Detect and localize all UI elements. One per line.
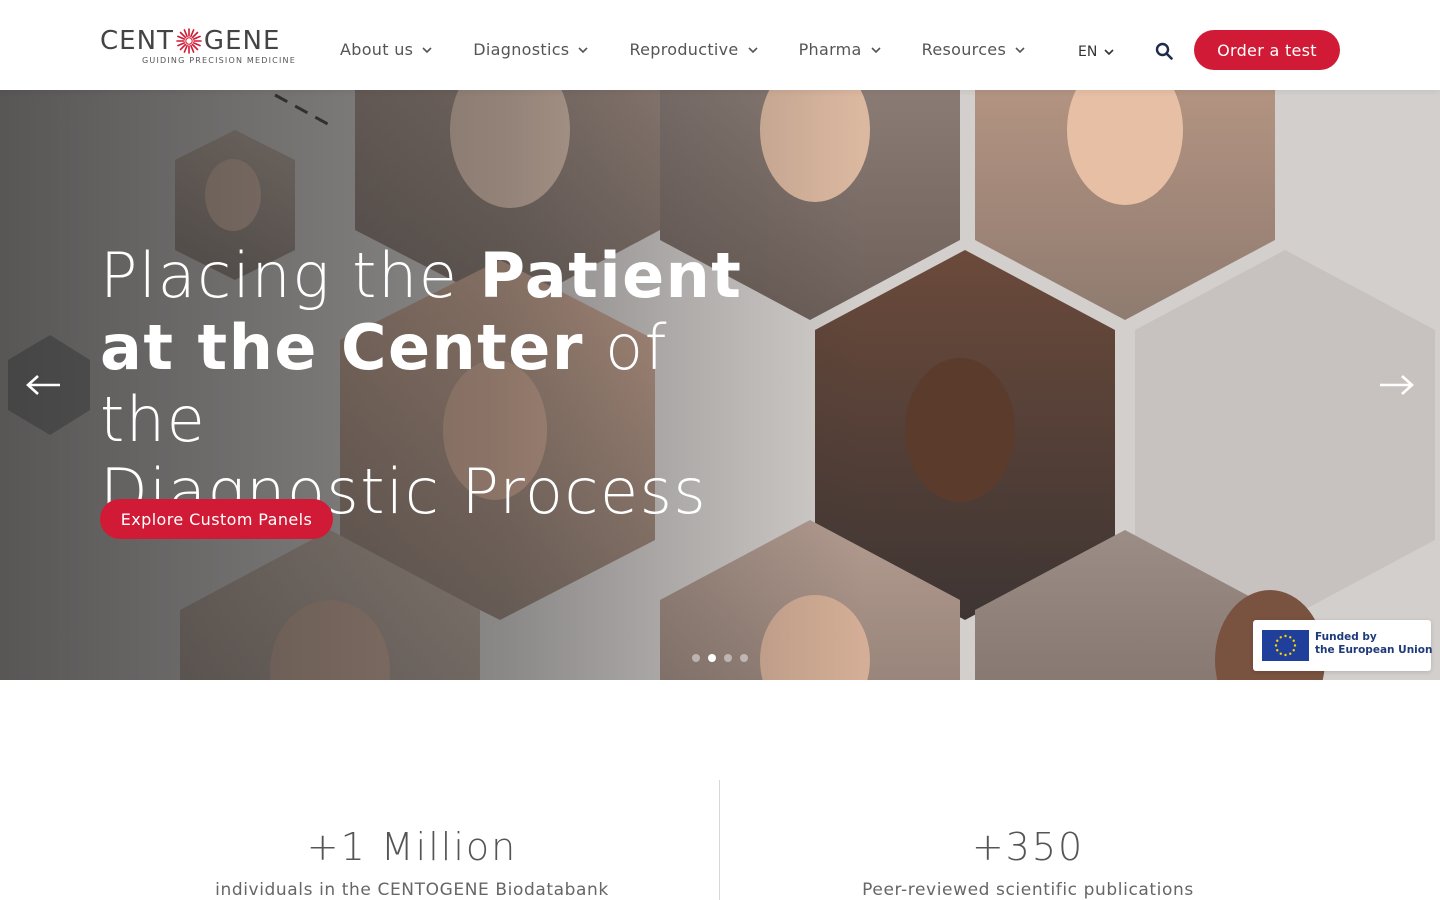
nav-item-label: Pharma — [798, 40, 862, 59]
eu-funding-text: Funded by the European Union — [1315, 631, 1432, 657]
nav-item-diagnostics[interactable]: Diagnostics — [473, 40, 589, 59]
stat-biodatabank: +1 Million individuals in the CENTOGENE … — [102, 824, 722, 900]
eu-star — [1276, 649, 1279, 652]
language-selector[interactable]: EN — [1078, 44, 1115, 60]
hero-carousel: Placing the Patient at the Center of the D… — [0, 90, 1440, 680]
headline-bold-2: at the Center — [100, 311, 584, 384]
stats-section: +1 Million individuals in the CENTOGENE … — [0, 680, 1440, 900]
site-header: CENT GENE GUIDING PRECISION MEDICINE Abo… — [0, 0, 1440, 90]
nav-item-label: Diagnostics — [473, 40, 570, 59]
explore-custom-panels-button[interactable]: Explore Custom Panels — [100, 499, 333, 539]
carousel-dot[interactable] — [724, 654, 732, 662]
eu-star — [1279, 652, 1282, 655]
nav-item-label: About us — [340, 40, 414, 59]
nav-item-reproductive[interactable]: Reproductive — [629, 40, 758, 59]
arrow-left-icon[interactable] — [24, 373, 64, 397]
headline-part-1: Placing the — [100, 239, 480, 312]
eu-star — [1284, 634, 1287, 638]
eu-funding-badge: Funded by the European Union — [1253, 620, 1432, 671]
logo-text-right: GENE — [203, 26, 281, 56]
language-label: EN — [1078, 44, 1098, 60]
order-test-button[interactable]: Order a test — [1194, 30, 1340, 70]
chevron-down-icon — [748, 46, 758, 53]
stat-label: Peer-reviewed scientific publications — [862, 880, 1194, 900]
chevron-down-icon — [871, 46, 881, 53]
nav-item-label: Reproductive — [629, 40, 739, 59]
eu-star — [1292, 639, 1295, 642]
chevron-down-icon — [1015, 46, 1025, 53]
logo-tagline: GUIDING PRECISION MEDICINE — [142, 56, 296, 65]
chevron-down-icon — [1104, 49, 1114, 56]
sun-logo-icon — [176, 28, 202, 54]
eu-star — [1274, 644, 1278, 647]
eu-star — [1293, 644, 1297, 647]
stat-label: individuals in the CENTOGENE Biodatabank — [215, 880, 609, 900]
eu-star — [1276, 639, 1279, 642]
hero-headline: Placing the Patient at the Center of the D… — [100, 240, 760, 528]
eu-star — [1289, 652, 1292, 655]
chevron-down-icon — [422, 46, 432, 53]
stat-value: +350 — [971, 825, 1085, 869]
eu-star — [1289, 636, 1292, 639]
chevron-down-icon — [578, 46, 589, 53]
eu-star — [1279, 636, 1282, 639]
eu-flag-icon — [1262, 630, 1309, 661]
eu-text-line-2: the European Union — [1315, 644, 1433, 656]
stat-publications: +350 Peer-reviewed scientific publicatio… — [718, 824, 1338, 900]
logo-text-left: CENT — [100, 26, 174, 56]
carousel-dot[interactable] — [740, 654, 748, 662]
main-nav: About us Diagnostics Reproductive Pharma… — [340, 40, 1026, 59]
centogene-logo[interactable]: CENT GENE GUIDING PRECISION MEDICINE — [100, 26, 295, 68]
logo-wordmark: CENT GENE — [100, 26, 280, 56]
nav-item-about-us[interactable]: About us — [340, 40, 433, 59]
carousel-dot[interactable] — [692, 654, 700, 662]
nav-item-resources[interactable]: Resources — [922, 40, 1026, 59]
headline-bold-1: Patient — [479, 239, 743, 312]
nav-item-pharma[interactable]: Pharma — [799, 40, 882, 59]
carousel-dot[interactable] — [708, 654, 716, 662]
eu-star — [1284, 653, 1287, 657]
nav-item-label: Resources — [921, 40, 1007, 59]
stat-value: +1 Million — [306, 825, 518, 869]
eu-text-line-1: Funded by — [1315, 631, 1377, 643]
arrow-right-icon[interactable] — [1376, 373, 1416, 397]
carousel-pagination — [692, 654, 748, 662]
eu-star — [1292, 649, 1295, 652]
search-icon[interactable] — [1155, 42, 1173, 60]
